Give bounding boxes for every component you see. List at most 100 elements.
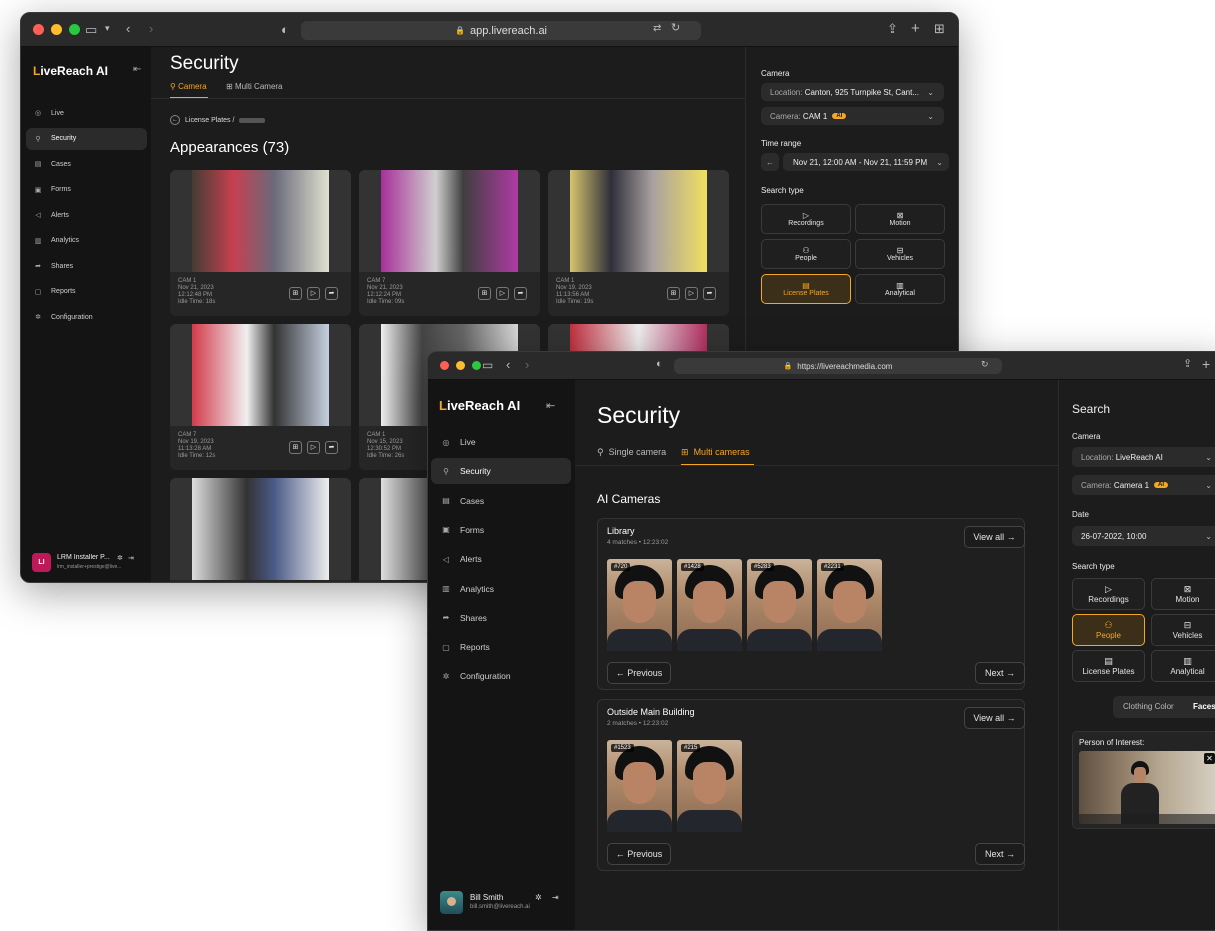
grid-view-button[interactable]: ⊞ <box>289 287 302 300</box>
translate-icon[interactable]: ⇄ <box>653 24 661 34</box>
url-bar[interactable]: 🔒 app.livereach.ai <box>301 21 701 40</box>
zoom-window-button[interactable] <box>472 361 481 370</box>
minimize-window-button[interactable] <box>456 361 465 370</box>
play-button[interactable]: ▷ <box>307 287 320 300</box>
search-type-people[interactable]: ⚇ People <box>1072 614 1145 646</box>
camera-snapshot[interactable] <box>170 324 351 426</box>
next-button[interactable]: Next → <box>975 662 1025 684</box>
tab-multi-camera[interactable]: ⊞ Multi Camera <box>226 82 283 91</box>
camera-select[interactable]: Camera: CAM 1 AI ⌄ <box>761 107 944 125</box>
share-button[interactable]: ➦ <box>514 287 527 300</box>
forward-arrow-icon[interactable]: › <box>149 22 153 35</box>
close-window-button[interactable] <box>33 24 44 35</box>
sidebar-item-reports[interactable]: ▢ Reports <box>431 634 571 660</box>
camera-snapshot[interactable] <box>359 170 540 272</box>
reload-icon[interactable]: ↻ <box>671 23 680 34</box>
play-button[interactable]: ▷ <box>685 287 698 300</box>
new-tab-icon[interactable]: + <box>911 21 920 36</box>
close-window-button[interactable] <box>440 361 449 370</box>
sidebar-item-security[interactable]: ⚲ Security <box>431 458 571 485</box>
share-icon[interactable]: ⇪ <box>1183 359 1192 370</box>
search-type-motion[interactable]: ⊠ Motion <box>855 204 945 234</box>
search-type-license-plates[interactable]: ▤ License Plates <box>1072 650 1145 682</box>
search-type-people[interactable]: ⚇ People <box>761 239 851 269</box>
gear-icon[interactable]: ✲ <box>535 893 542 902</box>
sidebar-item-analytics[interactable]: ▥ Analytics <box>431 576 571 602</box>
back-button[interactable]: ← <box>170 115 180 125</box>
back-arrow-icon[interactable]: ‹ <box>506 358 510 371</box>
view-all-button[interactable]: View all → <box>964 526 1025 548</box>
time-range-select[interactable]: Nov 21, 12:00 AM - Nov 21, 11:59 PM ⌄ <box>783 153 949 171</box>
grid-view-button[interactable]: ⊞ <box>478 287 491 300</box>
sidebar-toggle-icon[interactable]: ▭ <box>482 359 493 371</box>
appearance-card[interactable]: CAM 1 Nov 19, 2023 11:13:56 AM Idle Time… <box>548 170 729 316</box>
view-all-button[interactable]: View all → <box>964 707 1025 729</box>
camera-snapshot[interactable] <box>170 478 351 580</box>
sidebar-item-shares[interactable]: ➦ Shares <box>26 255 147 277</box>
logout-icon[interactable]: ⇥ <box>128 554 134 562</box>
url-bar[interactable]: 🔒 https://livereachmedia.com <box>674 358 1002 374</box>
sidebar-item-live[interactable]: ◎ Live <box>431 429 571 455</box>
remove-poi-button[interactable]: ✕ <box>1204 753 1215 764</box>
sidebar-item-shares[interactable]: ➦ Shares <box>431 605 571 631</box>
zoom-window-button[interactable] <box>69 24 80 35</box>
sidebar-item-cases[interactable]: ▤ Cases <box>431 488 571 514</box>
gear-icon[interactable]: ✲ <box>117 554 123 562</box>
sidebar-item-live[interactable]: ◎ Live <box>26 102 147 124</box>
sidebar-item-configuration[interactable]: ✲ Configuration <box>431 663 571 689</box>
camera-snapshot[interactable] <box>170 170 351 272</box>
logout-icon[interactable]: ⇥ <box>552 893 559 902</box>
next-button[interactable]: Next → <box>975 843 1025 865</box>
face-match-thumbnail[interactable]: #215 <box>677 740 742 832</box>
new-tab-icon[interactable]: + <box>1202 357 1210 371</box>
face-match-thumbnail[interactable]: #5283 <box>747 559 812 651</box>
face-match-thumbnail[interactable]: #1523 <box>607 740 672 832</box>
collapse-sidebar-icon[interactable]: ⇤ <box>546 399 555 412</box>
grid-view-button[interactable]: ⊞ <box>289 441 302 454</box>
minimize-window-button[interactable] <box>51 24 62 35</box>
search-type-vehicles[interactable]: ⊟ Vehicles <box>855 239 945 269</box>
appearance-card[interactable]: CAM 7 Nov 21, 2023 12:12:24 PM Idle Time… <box>359 170 540 316</box>
grid-view-button[interactable]: ⊞ <box>667 287 680 300</box>
search-type-vehicles[interactable]: ⊟ Vehicles <box>1151 614 1215 646</box>
sidebar-item-cases[interactable]: ▤ Cases <box>26 153 147 175</box>
avatar[interactable] <box>440 891 463 914</box>
face-match-thumbnail[interactable]: #1428 <box>677 559 742 651</box>
tab-single-camera[interactable]: ⚲ Single camera <box>597 447 666 458</box>
location-select[interactable]: Location: Canton, 925 Turnpike St, Cant.… <box>761 83 944 101</box>
sidebar-item-configuration[interactable]: ✲ Configuration <box>26 306 147 328</box>
tab-multi-cameras[interactable]: ⊞ Multi cameras <box>681 447 750 458</box>
appearance-card[interactable]: CAM 7 Nov 19, 2023 11:13:28 AM Idle Time… <box>170 324 351 470</box>
back-arrow-icon[interactable]: ‹ <box>126 22 130 35</box>
tab-overview-icon[interactable]: ⊞ <box>934 22 945 35</box>
face-match-thumbnail[interactable]: #720 <box>607 559 672 651</box>
sidebar-item-reports[interactable]: ▢ Reports <box>26 281 147 303</box>
collapse-sidebar-icon[interactable]: ⇤ <box>133 64 141 75</box>
share-button[interactable]: ➦ <box>703 287 716 300</box>
sidebar-item-forms[interactable]: ▣ Forms <box>431 517 571 543</box>
appearance-card[interactable] <box>170 478 351 582</box>
avatar[interactable]: LI <box>32 553 51 572</box>
search-type-analytical[interactable]: ▥ Analytical <box>855 274 945 304</box>
face-match-thumbnail[interactable]: #2231 <box>817 559 882 651</box>
search-type-analytical[interactable]: ▥ Analytical <box>1151 650 1215 682</box>
previous-button[interactable]: ← Previous <box>607 662 671 684</box>
sidebar-item-forms[interactable]: ▣ Forms <box>26 179 147 201</box>
share-button[interactable]: ➦ <box>325 287 338 300</box>
sidebar-item-alerts[interactable]: ◁ Alerts <box>431 546 571 572</box>
share-icon[interactable]: ⇪ <box>887 22 898 35</box>
sidebar-item-alerts[interactable]: ◁ Alerts <box>26 204 147 226</box>
search-type-recordings[interactable]: ▷ Recordings <box>1072 578 1145 610</box>
sidebar-toggle-icon[interactable]: ▭ <box>85 23 97 36</box>
camera-snapshot[interactable] <box>548 170 729 272</box>
play-button[interactable]: ▷ <box>307 441 320 454</box>
search-type-motion[interactable]: ⊠ Motion <box>1151 578 1215 610</box>
previous-button[interactable]: ← Previous <box>607 843 671 865</box>
camera-select[interactable]: Camera: Camera 1 AI ⌄ <box>1072 475 1215 495</box>
tab-clothing-color[interactable]: Clothing Color <box>1123 702 1174 711</box>
tab-faces[interactable]: Faces <box>1193 702 1215 711</box>
date-select[interactable]: 26-07-2022, 10:00 ⌄ <box>1072 526 1215 546</box>
reload-icon[interactable]: ↻ <box>981 360 989 369</box>
location-select[interactable]: Location: LiveReach AI ⌄ <box>1072 447 1215 467</box>
search-type-license-plates[interactable]: ▤ License Plates <box>761 274 851 304</box>
